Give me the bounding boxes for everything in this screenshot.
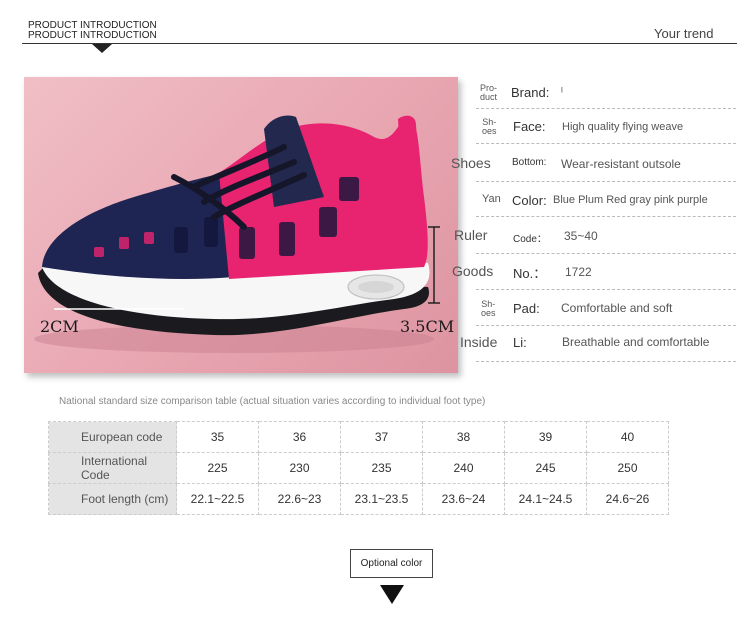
table-cell: 40	[586, 421, 669, 453]
spec-value-pad: Comfortable and soft	[561, 301, 673, 315]
header-divider	[22, 43, 737, 44]
spec-divider	[476, 289, 736, 290]
spec-key-no: No.：	[513, 266, 547, 281]
spec-key-bottom: Bottom:	[512, 157, 547, 168]
table-cell: 245	[504, 452, 587, 484]
row-header-european-code: European code	[48, 421, 177, 453]
table-cell: 225	[176, 452, 259, 484]
side-word-ruler: Ruler	[454, 227, 488, 243]
spec-value-li: Breathable and comfortable	[562, 335, 710, 349]
left-measure-label: 2CM	[40, 317, 79, 336]
table-cell: 230	[258, 452, 341, 484]
spec-value-face: High quality flying weave	[562, 121, 684, 133]
table-cell: 37	[340, 421, 423, 453]
side-word-product: Pro- duct	[480, 83, 498, 102]
table-cell: 250	[586, 452, 669, 484]
spec-key-face: Face:	[513, 119, 546, 134]
table-row: European code 35 36 37 38 39 40	[48, 421, 669, 453]
table-cell: 39	[504, 421, 587, 453]
table-cell: 24.1~24.5	[504, 483, 587, 515]
table-cell: 23.1~23.5	[340, 483, 423, 515]
table-cell: 240	[422, 452, 505, 484]
side-word-yan: Yan	[482, 193, 501, 205]
table-row: Foot length (cm) 22.1~22.5 22.6~23 23.1~…	[48, 483, 669, 515]
size-comparison-table: European code 35 36 37 38 39 40 Internat…	[48, 421, 669, 515]
side-word-inside: Inside	[460, 334, 498, 350]
spec-divider	[476, 143, 736, 144]
row-header-foot-length: Foot length (cm)	[48, 483, 177, 515]
table-cell: 24.6~26	[586, 483, 669, 515]
right-measure-label: 3.5CM	[400, 317, 455, 336]
spec-divider	[476, 181, 736, 182]
spec-key-pad: Pad:	[513, 301, 540, 316]
down-arrow-icon	[380, 585, 404, 604]
optional-color-label: Optional color	[350, 549, 433, 578]
spec-value-code: 35~40	[564, 229, 598, 243]
sneaker-illustration	[34, 115, 440, 353]
spec-value-brand: ᴵ	[561, 86, 563, 98]
spec-divider	[476, 325, 736, 326]
trend-label: Your trend	[654, 26, 714, 41]
header-triangle-marker	[92, 44, 112, 53]
spec-divider	[476, 216, 736, 217]
table-cell: 38	[422, 421, 505, 453]
table-cell: 35	[176, 421, 259, 453]
spec-key-code: Code：	[513, 234, 547, 245]
size-table-caption: National standard size comparison table …	[59, 396, 486, 407]
spec-value-bottom: Wear-resistant outsole	[561, 157, 681, 171]
spec-divider	[476, 361, 736, 362]
table-cell: 36	[258, 421, 341, 453]
section-title: PRODUCT INTRODUCTION PRODUCT INTRODUCTIO…	[28, 21, 157, 41]
spec-divider	[476, 253, 736, 254]
product-photo: 2CM 3.5CM	[24, 77, 458, 373]
table-cell: 22.1~22.5	[176, 483, 259, 515]
side-word-shoes-1: Sh- oes	[482, 117, 497, 136]
spec-value-color: Blue Plum Red gray pink purple	[553, 194, 708, 206]
section-title-line-2: PRODUCT INTRODUCTION	[28, 30, 157, 41]
spec-key-li: Li:	[513, 335, 527, 350]
side-word-goods: Goods	[452, 263, 494, 279]
row-header-international-code: International Code	[48, 452, 177, 484]
table-cell: 235	[340, 452, 423, 484]
spec-key-color: Color:	[512, 193, 547, 208]
table-cell: 23.6~24	[422, 483, 505, 515]
spec-value-no: 1722	[565, 265, 592, 279]
side-word-shoes-2: Sh- oes	[481, 299, 496, 318]
table-cell: 22.6~23	[258, 483, 341, 515]
spec-divider	[476, 108, 736, 109]
table-row: International Code 225 230 235 240 245 2…	[48, 452, 669, 484]
spec-key-brand: Brand:	[511, 85, 550, 100]
side-word-shoes: Shoes	[451, 155, 491, 171]
